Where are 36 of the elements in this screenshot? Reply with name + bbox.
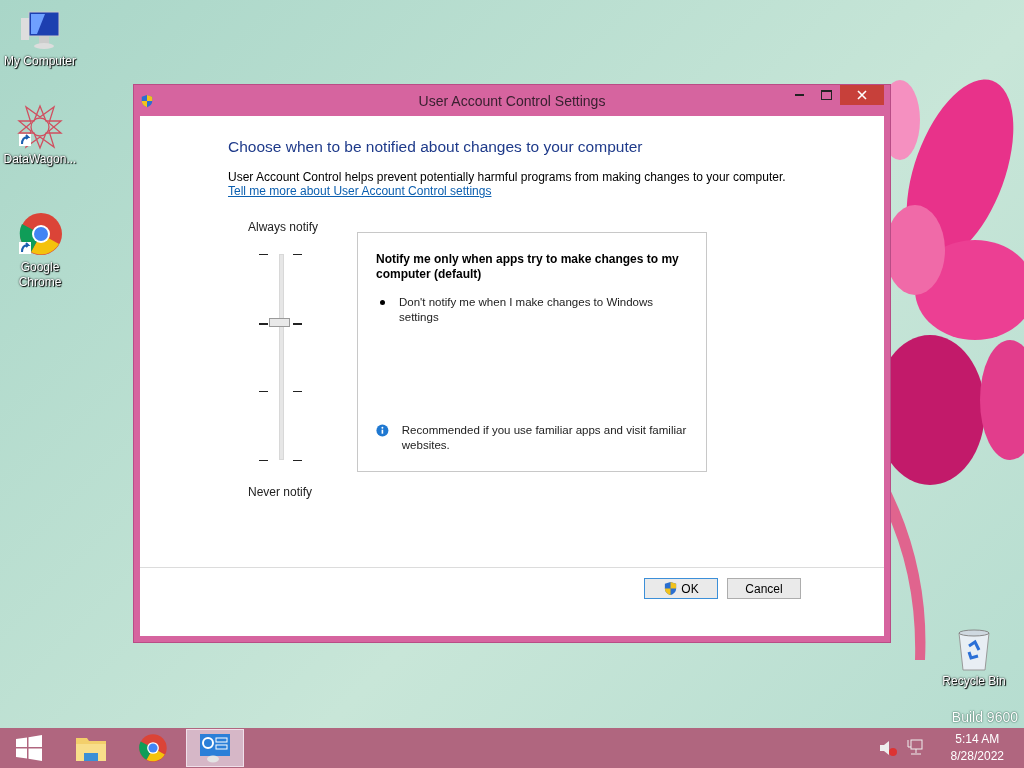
clock[interactable]: 5:14 AM 8/28/2022 [950,731,1004,765]
close-button[interactable] [840,85,884,105]
description: User Account Control helps prevent potentially harmful programs from making changes to your computer. [228,170,787,184]
heading: Choose when to be notified about changes to your computer [228,138,644,156]
info-icon [376,423,389,438]
star-pattern-icon[interactable] [17,104,63,150]
window-title: User Account Control Settings [418,92,606,109]
windows-logo-icon[interactable] [16,735,42,761]
top-label: Always notify [248,220,319,234]
minimize-icon [795,94,804,96]
maximize-icon [821,90,832,100]
bottom-label: Never notify [248,485,313,499]
ok-button[interactable]: OK [644,578,718,599]
chrome-icon[interactable] [138,733,168,763]
close-icon [857,90,867,100]
icon-label: Recycle Bin [942,674,1006,689]
build-watermark: Build 9600 [951,709,1018,725]
recycle-bin-icon[interactable] [956,628,992,672]
shield-icon [663,581,679,596]
bullet-text: Don't notify me when I make changes to Windows settings [399,295,655,325]
shield-icon [140,93,154,108]
muted-speaker-icon[interactable] [878,740,897,756]
recommendation-text: Recommended if you use familiar apps and visit familiar websites. [401,423,688,453]
icon-label: My Computer [4,54,76,69]
slider-thumb[interactable] [269,317,290,327]
cancel-button[interactable]: Cancel [727,578,801,599]
taskbar-button[interactable] [186,729,244,767]
help-link[interactable]: Tell me more about User Account Control settings [228,184,492,198]
chrome-icon[interactable] [17,212,63,258]
network-icon[interactable] [906,739,923,757]
control-panel-icon[interactable] [199,733,231,763]
level-title: Notify me only when apps try to make changes to my computer (default) [376,252,680,282]
bullet-icon [380,300,385,305]
icon-label: Google Chrome [17,260,63,290]
notify-slider[interactable] [259,254,303,460]
icon-label: DataWagon... [3,152,77,167]
